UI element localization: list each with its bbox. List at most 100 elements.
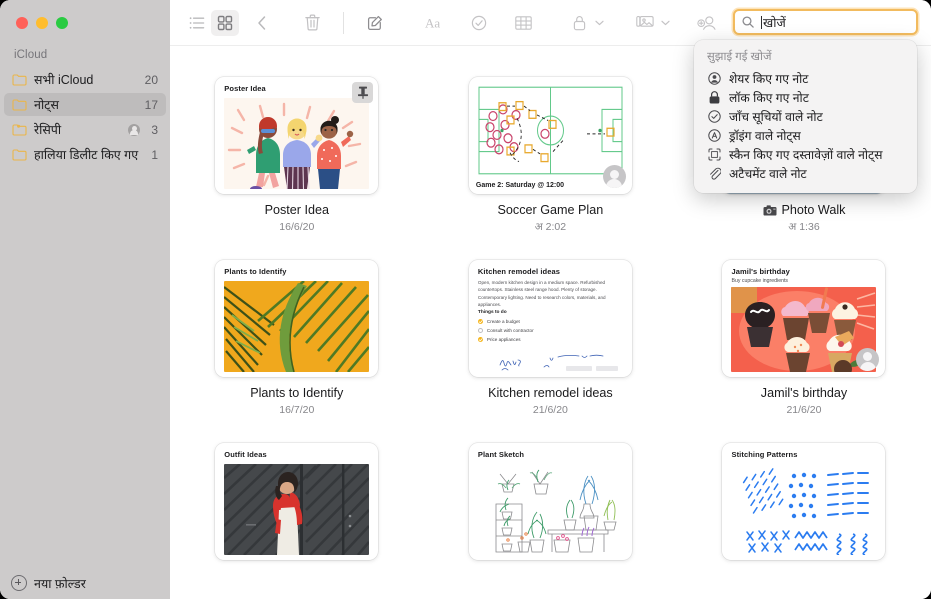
note-card-plant-sketch[interactable]: Plant Sketch [424, 443, 678, 571]
close-button[interactable] [16, 17, 28, 29]
sidebar-item-notes[interactable]: नोट्स 17 [4, 93, 166, 116]
note-thumbnail[interactable]: Outfit Ideas [215, 443, 378, 560]
notes-app-window: iCloud सभी iCloud 20 नोट्स 17 [0, 0, 931, 599]
shared-avatar[interactable] [603, 165, 626, 188]
checklist-item[interactable]: Consult with contractor [478, 328, 534, 333]
suggested-searches-header: सुझाई गई खोजें [694, 48, 917, 69]
new-folder-label: नया फ़ोल्डर [34, 575, 86, 592]
compose-note-button[interactable] [361, 10, 389, 36]
lock-button[interactable] [565, 10, 593, 36]
suggestion-checklist-notes[interactable]: जाँच सूचियों वाले नोट [694, 107, 917, 126]
note-card-soccer-game-plan[interactable]: Game 2: Saturday @ 12:00 Soccer Game Pla… [424, 77, 678, 234]
checklist-label: Create a budget [487, 319, 520, 324]
checkmark-circle-icon [707, 109, 722, 124]
suggested-searches-popover: सुझाई गई खोजें शेयर किए गए नोट लॉक किए ग… [694, 40, 917, 193]
note-card-outfit-ideas[interactable]: Outfit Ideas [170, 443, 424, 571]
text-format-button[interactable]: Aa [421, 10, 449, 36]
sidebar-item-label: रेसिपी [34, 121, 128, 138]
note-thumbnail[interactable]: Poster Idea [215, 77, 378, 194]
note-thumbnail[interactable]: Jamil's birthday Buy cupcake ingredients [722, 260, 885, 377]
checklist-item[interactable]: Price appliances [478, 337, 534, 342]
checklist-label: Consult with contractor [487, 328, 534, 333]
note-meta: Jamil's birthday 21/6/20 [761, 386, 847, 417]
note-card-caption: Game 2: Saturday @ 12:00 [476, 182, 564, 189]
suggestion-label: अटैचमेंट वाले नोट [729, 165, 807, 182]
note-card-jamils-birthday[interactable]: Jamil's birthday Buy cupcake ingredients [677, 260, 931, 417]
search-value: खोजें [763, 14, 786, 31]
note-card-poster-idea[interactable]: Poster Idea [170, 77, 424, 234]
suggestion-drawing-notes[interactable]: ड्रॉइंग वाले नोट्स [694, 126, 917, 145]
note-card-kitchen-remodel-ideas[interactable]: Kitchen remodel ideas Open, modern kitch… [424, 260, 678, 417]
sidebar-item-recently-deleted[interactable]: हालिया डिलीट किए गए 1 [4, 143, 166, 166]
soccer-field [477, 85, 624, 176]
note-thumbnail[interactable]: Plant Sketch [469, 443, 632, 560]
note-meta: Photo Walk अ 1:36 [763, 203, 846, 234]
folder-icon [12, 74, 27, 86]
table-button[interactable] [509, 10, 537, 36]
new-folder-button[interactable]: नया फ़ोल्डर [0, 567, 170, 599]
sidebar-item-count: 20 [145, 73, 158, 87]
note-card-stitching-patterns[interactable]: Stitching Patterns [677, 443, 931, 571]
suggestion-scanned-documents-notes[interactable]: स्कैन किए गए दस्तावेज़ों वाले नोट्स [694, 145, 917, 164]
svg-text:Aa: Aa [425, 16, 440, 30]
plant-sketch-drawing [478, 464, 623, 555]
note-title: Kitchen remodel ideas [488, 386, 613, 402]
suggestion-label: स्कैन किए गए दस्तावेज़ों वाले नोट्स [729, 146, 882, 163]
sidebar-item-label: सभी iCloud [34, 71, 139, 88]
checkmark-circle-icon [478, 337, 483, 342]
note-title: Jamil's birthday [761, 386, 847, 402]
search-input[interactable]: खोजें [733, 9, 918, 35]
note-thumbnail[interactable]: Plants to Identify [215, 260, 378, 377]
back-button[interactable] [248, 10, 276, 36]
media-button[interactable] [631, 10, 659, 36]
note-date: अ 1:36 [763, 221, 846, 234]
cupcakes-photo [731, 287, 876, 372]
note-card-title: Stitching Patterns [731, 450, 876, 459]
window-traffic-lights [16, 17, 68, 29]
add-people-button[interactable] [693, 10, 721, 36]
minimize-button[interactable] [36, 17, 48, 29]
note-meta: Plants to Identify 16/7/20 [250, 386, 343, 417]
note-card-title: Plants to Identify [224, 267, 369, 276]
sidebar-item-all-icloud[interactable]: सभी iCloud 20 [4, 68, 166, 91]
sidebar-item-count: 17 [145, 98, 158, 112]
drawing-icon [707, 128, 722, 143]
gallery-view-button[interactable] [211, 10, 239, 36]
note-thumbnail[interactable]: Game 2: Saturday @ 12:00 [469, 77, 632, 194]
paperclip-icon [707, 166, 722, 181]
chevron-down-icon[interactable] [593, 20, 605, 26]
suggestion-label: ड्रॉइंग वाले नोट्स [729, 127, 801, 144]
note-thumbnail[interactable]: Stitching Patterns [722, 443, 885, 560]
search-icon [742, 16, 754, 28]
suggestion-attachment-notes[interactable]: अटैचमेंट वाले नोट [694, 164, 917, 183]
note-thumbnail[interactable]: Kitchen remodel ideas Open, modern kitch… [469, 260, 632, 377]
search-field-wrapper[interactable]: खोजें [733, 9, 918, 35]
sidebar-item-count: 3 [151, 123, 158, 137]
empty-circle-icon [478, 328, 483, 333]
folder-list: सभी iCloud 20 नोट्स 17 रेसिपी 3 [4, 68, 166, 168]
lock-filled-icon [707, 90, 722, 105]
lock-note-control[interactable] [565, 10, 605, 36]
note-date: 21/6/20 [761, 404, 847, 417]
palm-photo [224, 281, 369, 372]
checklist-item[interactable]: Create a budget [478, 319, 534, 324]
delete-note-button[interactable] [298, 10, 326, 36]
scan-document-icon [707, 147, 722, 162]
chevron-down-icon[interactable] [659, 20, 671, 26]
suggestion-shared-notes[interactable]: शेयर किए गए नोट [694, 69, 917, 88]
suggestion-locked-notes[interactable]: लॉक किए गए नोट [694, 88, 917, 107]
shared-avatar[interactable] [856, 348, 879, 371]
sidebar-item-recipes[interactable]: रेसिपी 3 [4, 118, 166, 141]
list-view-button[interactable] [183, 10, 211, 36]
media-control[interactable] [631, 10, 671, 36]
shared-person-icon [128, 124, 140, 136]
checklist-label: Price appliances [487, 337, 521, 342]
note-card-plants-to-identify[interactable]: Plants to Identify [170, 260, 424, 417]
note-card-title: Poster Idea [224, 84, 369, 93]
note-body-heading: Things to do [478, 310, 507, 315]
checklist-button[interactable] [465, 10, 493, 36]
note-meta: Poster Idea 16/6/20 [265, 203, 329, 234]
pin-icon[interactable] [352, 82, 373, 103]
folder-shared-icon [12, 124, 27, 136]
zoom-button[interactable] [56, 17, 68, 29]
